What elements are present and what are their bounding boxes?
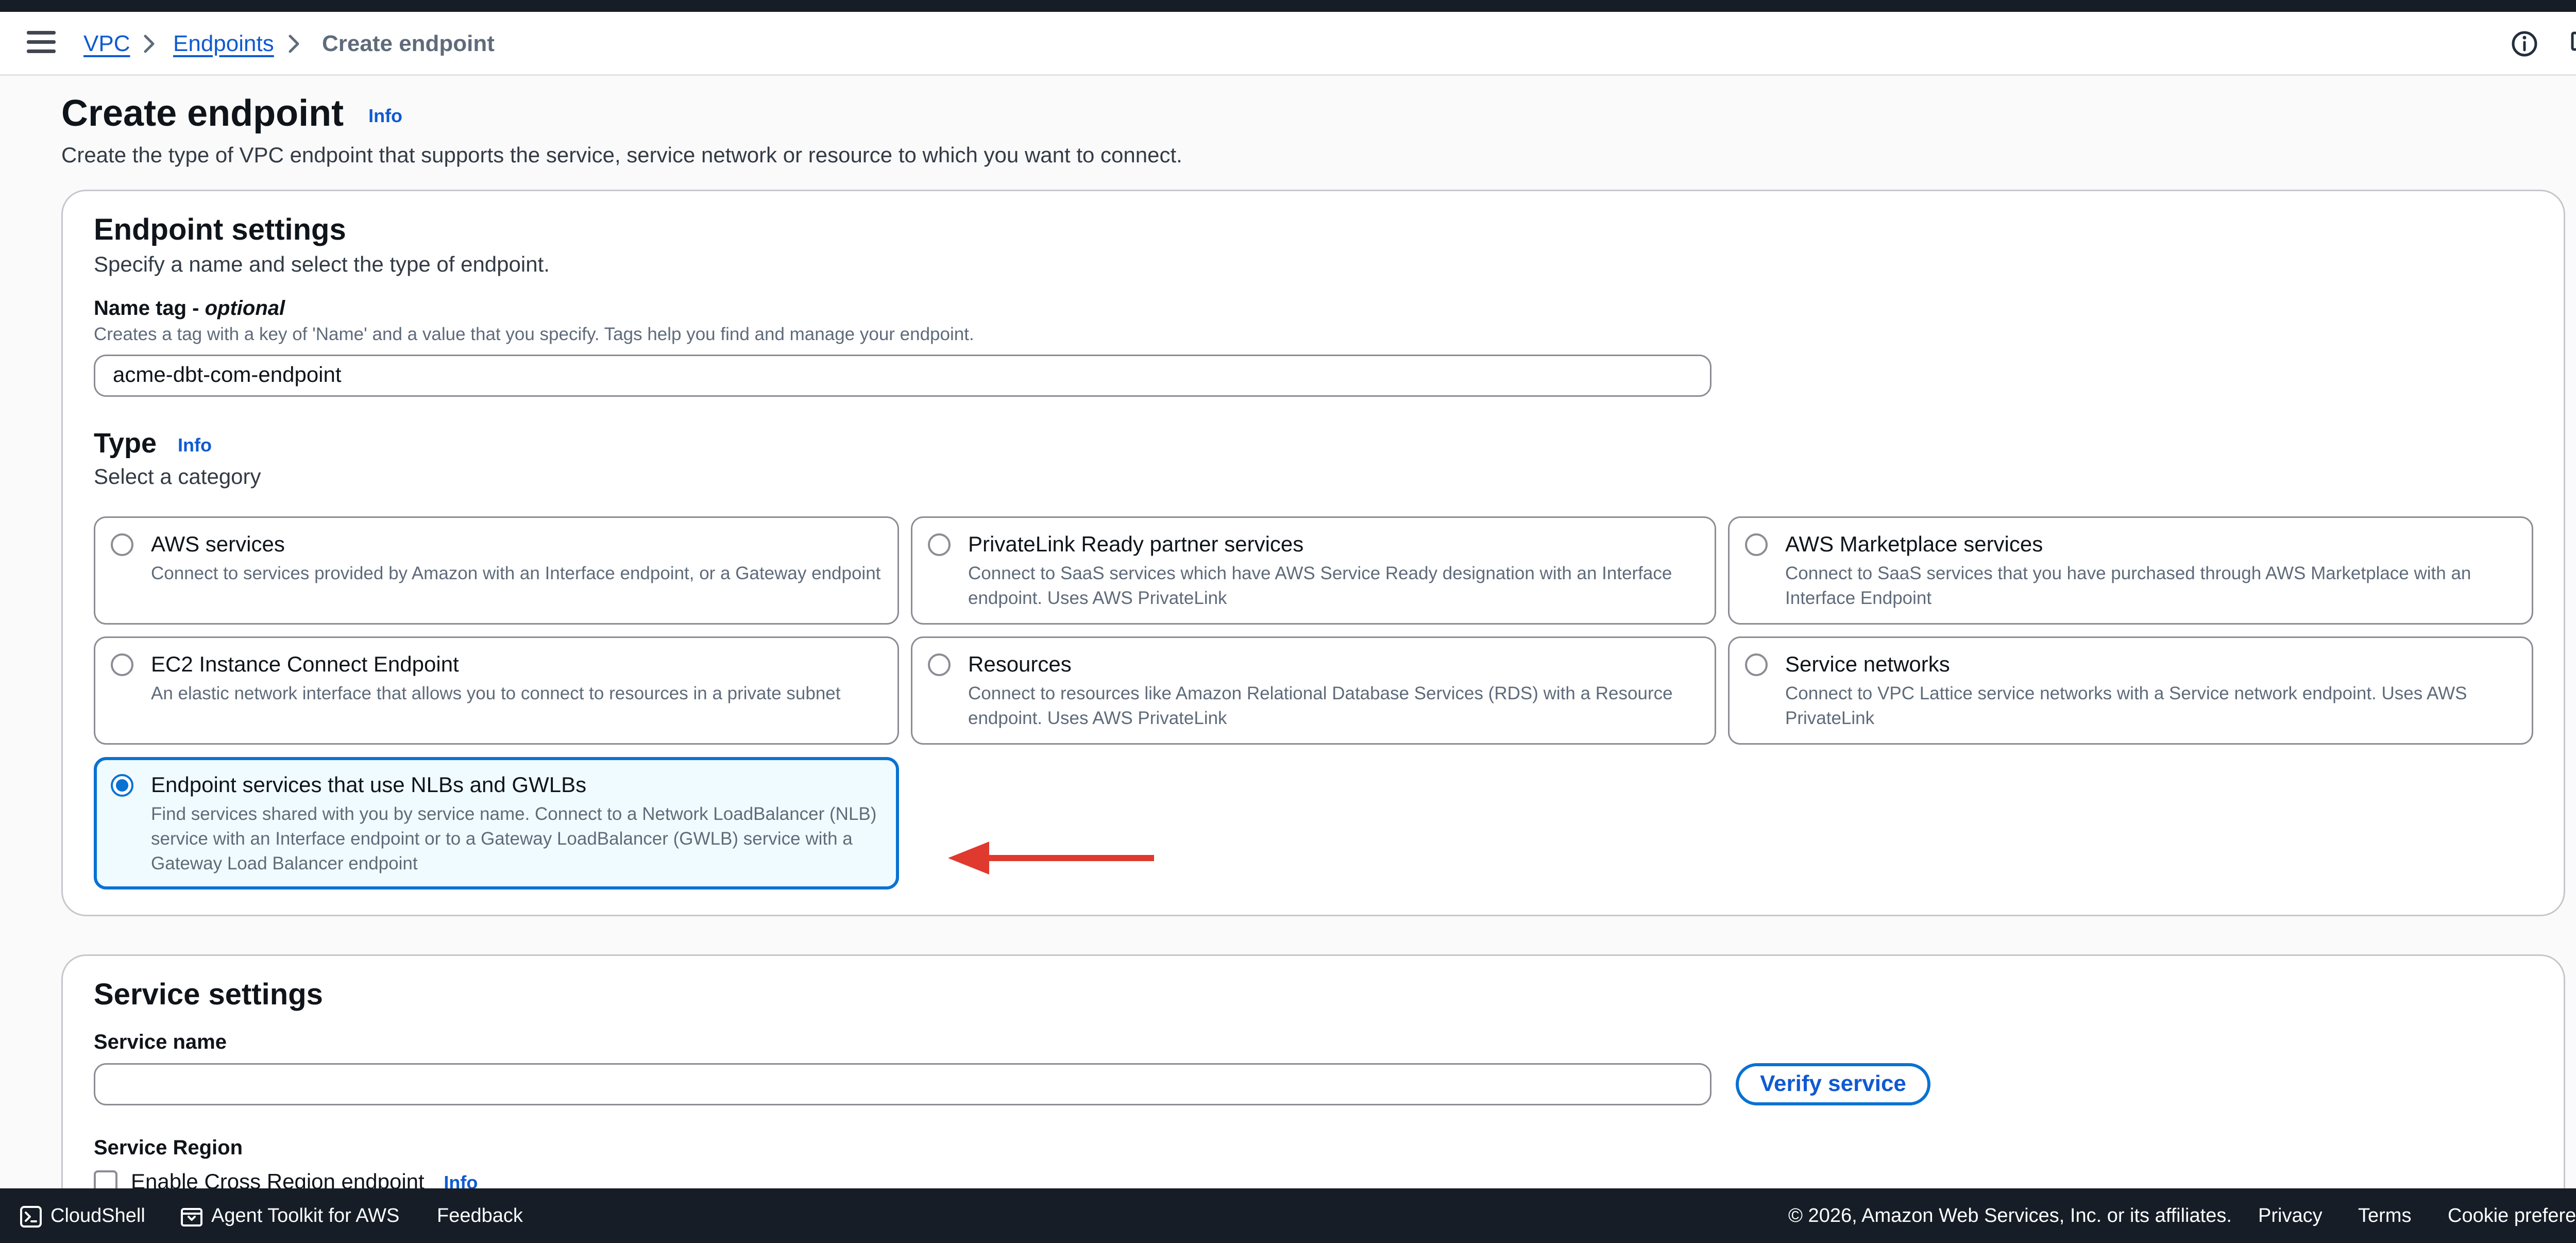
terms-link[interactable]: Terms xyxy=(2358,1188,2411,1243)
radio-button[interactable] xyxy=(928,653,951,676)
agent-toolkit-button[interactable]: Agent Toolkit for AWS xyxy=(180,1188,399,1243)
optional-label: optional xyxy=(205,297,285,320)
type-label: Type Info xyxy=(94,428,212,459)
radio-button-selected[interactable] xyxy=(111,774,133,797)
name-tag-label: Name tag - optional xyxy=(94,297,285,320)
radio-button[interactable] xyxy=(111,533,133,556)
type-option-title: Endpoint services that use NLBs and GWLB… xyxy=(151,772,587,797)
info-circle-icon[interactable] xyxy=(2510,29,2539,58)
type-option-title: EC2 Instance Connect Endpoint xyxy=(151,652,459,676)
type-option-title: Service networks xyxy=(1785,652,1950,676)
type-option-privatelink-ready-partner-services[interactable]: PrivateLink Ready partner services Conne… xyxy=(911,516,1716,625)
agent-toolkit-icon xyxy=(181,1207,202,1227)
name-tag-input[interactable]: acme-dbt-com-endpoint xyxy=(94,355,1711,397)
type-option-aws-marketplace-services[interactable]: AWS Marketplace services Connect to SaaS… xyxy=(1728,516,2533,625)
type-option-description: Connect to services provided by Amazon w… xyxy=(151,563,881,583)
type-option-description: Find services shared with you by service… xyxy=(151,804,877,874)
cloudshell-label: CloudShell xyxy=(50,1205,145,1227)
cookie-preferences-link[interactable]: Cookie preferences xyxy=(2448,1188,2576,1243)
agent-toolkit-label: Agent Toolkit for AWS xyxy=(211,1205,400,1227)
type-option-ec2-instance-connect-endpoint[interactable]: EC2 Instance Connect Endpoint An elastic… xyxy=(94,636,899,745)
service-name-label: Service name xyxy=(94,1031,227,1053)
chevron-right-icon xyxy=(144,35,155,53)
menu-icon[interactable] xyxy=(27,31,56,57)
radio-button[interactable] xyxy=(1745,653,1768,676)
service-name-input[interactable] xyxy=(94,1063,1711,1105)
radio-button[interactable] xyxy=(111,653,133,676)
type-option-resources[interactable]: Resources Connect to resources like Amaz… xyxy=(911,636,1716,745)
type-option-description: An elastic network interface that allows… xyxy=(151,683,841,703)
type-option-description: Connect to resources like Amazon Relatio… xyxy=(968,683,1673,728)
feedback-link[interactable]: Feedback xyxy=(437,1188,523,1243)
breadcrumb-item-endpoints[interactable]: Endpoints xyxy=(173,29,274,58)
type-option-aws-services[interactable]: AWS services Connect to services provide… xyxy=(94,516,899,625)
page-title: Create endpoint Info xyxy=(61,93,403,134)
feedback-icon[interactable] xyxy=(2570,29,2576,58)
page-info-link[interactable]: Info xyxy=(368,105,402,126)
cloudshell-icon xyxy=(20,1205,42,1228)
service-settings-title: Service settings xyxy=(94,978,323,1011)
type-info-link[interactable]: Info xyxy=(178,434,212,456)
type-option-description: Connect to SaaS services that you have p… xyxy=(1785,563,2471,608)
type-option-title: AWS Marketplace services xyxy=(1785,532,2043,556)
endpoint-settings-description: Specify a name and select the type of en… xyxy=(94,252,550,276)
radio-button[interactable] xyxy=(928,533,951,556)
copyright-text: © 2026, Amazon Web Services, Inc. or its… xyxy=(1788,1205,2232,1227)
privacy-link[interactable]: Privacy xyxy=(2258,1188,2323,1243)
endpoint-settings-title: Endpoint settings xyxy=(94,213,346,246)
breadcrumb-current: Create endpoint xyxy=(322,31,495,56)
verify-service-button[interactable]: Verify service xyxy=(1736,1063,1930,1105)
type-option-title: AWS services xyxy=(151,532,285,556)
chevron-right-icon xyxy=(289,35,299,53)
name-tag-hint: Creates a tag with a key of 'Name' and a… xyxy=(94,324,974,344)
cloudshell-button[interactable]: CloudShell xyxy=(20,1188,145,1243)
radio-button[interactable] xyxy=(1745,533,1768,556)
type-option-description: Connect to VPC Lattice service networks … xyxy=(1785,683,2467,728)
type-option-service-networks[interactable]: Service networks Connect to VPC Lattice … xyxy=(1728,636,2533,745)
type-option-title: PrivateLink Ready partner services xyxy=(968,532,1304,556)
type-option-title: Resources xyxy=(968,652,1072,676)
annotation-arrow-icon xyxy=(948,842,1154,875)
type-option-endpoint-services-nlbs-gwlbs[interactable]: Endpoint services that use NLBs and GWLB… xyxy=(94,757,899,889)
type-option-description: Connect to SaaS services which have AWS … xyxy=(968,563,1672,608)
footer-bar: CloudShell Agent Toolkit for AWS Feedbac… xyxy=(0,1188,2576,1243)
service-region-label: Service Region xyxy=(94,1136,243,1159)
page-description: Create the type of VPC endpoint that sup… xyxy=(61,143,1182,167)
top-navigation-bar xyxy=(0,0,2576,12)
breadcrumb-item-vpc[interactable]: VPC xyxy=(83,29,130,58)
type-description: Select a category xyxy=(94,464,261,489)
